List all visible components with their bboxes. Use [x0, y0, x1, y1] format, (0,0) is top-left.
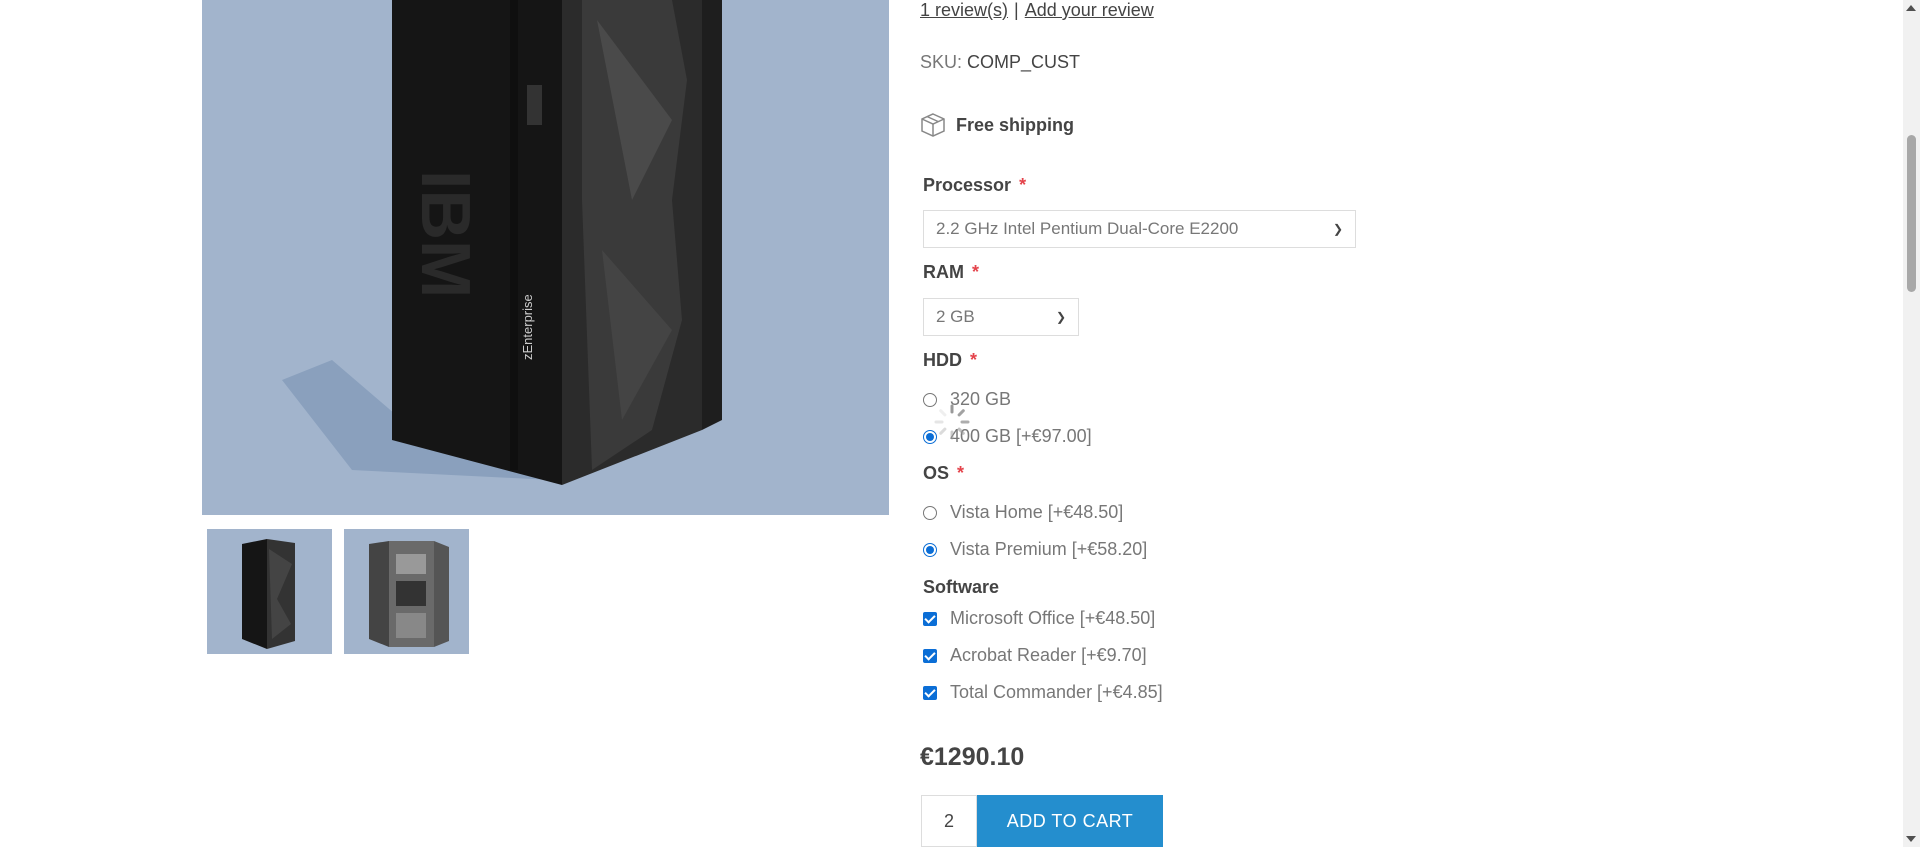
ram-label: RAM *	[923, 262, 979, 283]
processor-selected-value: 2.2 GHz Intel Pentium Dual-Core E2200	[936, 219, 1239, 238]
required-marker: *	[970, 350, 978, 370]
page-scrollbar[interactable]	[1903, 0, 1920, 847]
thumbnail-front[interactable]	[207, 529, 332, 654]
os-label-text: OS	[923, 463, 950, 483]
product-main-image[interactable]: IBM zEnterprise	[202, 0, 889, 515]
sku-label: SKU:	[920, 52, 963, 72]
software-option-label: Microsoft Office [+€48.50]	[950, 608, 1156, 628]
product-price: €1290.10	[920, 743, 1025, 771]
hdd-label-text: HDD	[923, 350, 962, 370]
ram-label-text: RAM	[923, 262, 964, 282]
review-links: 1 review(s) | Add your review	[920, 0, 1154, 21]
ram-selected-value: 2 GB	[936, 307, 975, 326]
software-option-acrobat[interactable]: Acrobat Reader [+€9.70]	[923, 645, 1147, 666]
required-marker: *	[957, 463, 965, 483]
quantity-input[interactable]: 2	[921, 795, 977, 847]
commander-checkbox[interactable]	[923, 685, 937, 700]
software-label-text: Software	[923, 577, 1000, 597]
free-shipping: Free shipping	[920, 112, 1074, 138]
os-radio-premium[interactable]	[923, 542, 937, 557]
free-shipping-label: Free shipping	[956, 114, 1075, 135]
sku-row: SKU: COMP_CUST	[920, 52, 1080, 73]
software-option-label: Acrobat Reader [+€9.70]	[950, 645, 1147, 665]
thumbnail-open[interactable]	[344, 529, 469, 654]
ram-select[interactable]: 2 GB ❯	[923, 298, 1079, 336]
required-marker: *	[972, 262, 980, 282]
os-option-home[interactable]: Vista Home [+€48.50]	[923, 502, 1123, 523]
os-label: OS *	[923, 463, 964, 484]
software-option-office[interactable]: Microsoft Office [+€48.50]	[923, 608, 1155, 629]
add-to-cart-button[interactable]: ADD TO CART	[977, 795, 1163, 847]
loading-spinner-icon	[934, 404, 970, 440]
server-illustration: IBM zEnterprise	[282, 0, 722, 485]
brand-text: IBM	[407, 170, 485, 298]
reviews-count-link[interactable]: 1 review(s)	[920, 0, 1008, 20]
os-option-label: Vista Home [+€48.50]	[950, 502, 1124, 522]
office-checkbox[interactable]	[923, 611, 937, 626]
software-option-label: Total Commander [+€4.85]	[950, 682, 1163, 702]
software-option-commander[interactable]: Total Commander [+€4.85]	[923, 682, 1163, 703]
review-separator: |	[1014, 0, 1019, 20]
chevron-down-icon: ❯	[1332, 222, 1343, 236]
required-marker: *	[1019, 175, 1027, 195]
os-option-premium[interactable]: Vista Premium [+€58.20]	[923, 539, 1147, 560]
processor-label-text: Processor	[923, 175, 1012, 195]
chevron-down-icon: ❯	[1055, 310, 1066, 324]
processor-select[interactable]: 2.2 GHz Intel Pentium Dual-Core E2200 ❯	[923, 210, 1356, 248]
package-icon	[921, 113, 945, 137]
software-label: Software	[923, 577, 999, 598]
os-radio-home[interactable]	[923, 505, 937, 520]
sku-value: COMP_CUST	[967, 52, 1081, 72]
scrollbar-thumb[interactable]	[1907, 135, 1916, 292]
hdd-label: HDD *	[923, 350, 977, 371]
processor-label: Processor *	[923, 175, 1026, 196]
scroll-down-icon[interactable]	[1906, 836, 1916, 842]
acrobat-checkbox[interactable]	[923, 648, 937, 663]
os-option-label: Vista Premium [+€58.20]	[950, 539, 1148, 559]
model-text: zEnterprise	[520, 294, 535, 360]
scroll-up-icon[interactable]	[1906, 5, 1916, 11]
add-review-link[interactable]: Add your review	[1025, 0, 1154, 20]
